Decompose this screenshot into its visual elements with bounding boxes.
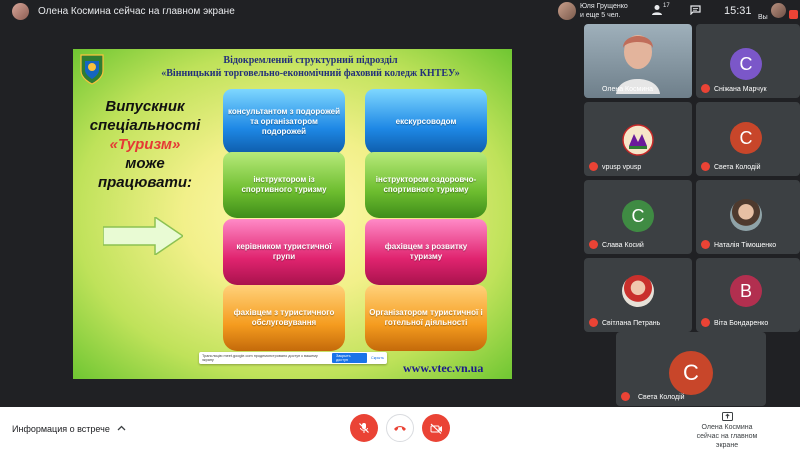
career-ribbon-6: фахівцем з розвитку туризму [365, 219, 487, 285]
chevron-up-icon[interactable] [117, 424, 126, 433]
participant-name: Сніжана Марчук [714, 86, 767, 93]
right-arrow-icon [103, 217, 183, 255]
participant-avatar: С [622, 200, 654, 232]
mic-off-icon [701, 84, 710, 93]
speaker-avatar [558, 2, 576, 20]
participant-name: Світлана Петрань [602, 320, 661, 327]
presenter-avatar [12, 3, 29, 20]
college-emblem-icon [80, 54, 104, 85]
share-hide-button[interactable]: Закрыть доступ [331, 353, 368, 363]
present-line-2: сейчас на главном экране [696, 433, 758, 449]
recording-badge [789, 10, 798, 19]
mic-off-icon [589, 240, 598, 249]
bottom-bar: Информация о встрече Олена Космина сейча… [0, 407, 800, 450]
career-ribbon-5: керівником туристичної групи [223, 219, 345, 285]
mic-off-icon [589, 162, 598, 171]
participant-tile[interactable]: vpusp vpusp [584, 102, 692, 176]
lead-line-4: працювати: [97, 174, 193, 191]
participant-avatar: С [669, 351, 713, 395]
participant-tile[interactable]: Світлана Петрань [584, 258, 692, 332]
lead-line-1: Випускник [105, 98, 185, 115]
mic-off-icon [589, 318, 598, 327]
participant-name: vpusp vpusp [602, 164, 642, 171]
participant-tile[interactable]: С Сніжана Марчук [696, 24, 800, 98]
meet-window: Олена Космина сейчас на главном экране Ю… [0, 0, 800, 450]
career-ribbon-1: консультантом з подорожей та організатор… [223, 89, 345, 155]
participant-photo [622, 275, 654, 307]
camera-toggle-button[interactable] [422, 414, 450, 442]
mic-off-icon [701, 162, 710, 171]
career-ribbon-8: Організатором туристичної і готельної ді… [365, 285, 487, 351]
participant-name: Наталія Тімошенко [714, 242, 777, 249]
participant-tile[interactable]: С Света Колодій [696, 102, 800, 176]
slide-title: Відокремлений структурний підрозділ «Він… [113, 54, 508, 80]
participant-video-frame [616, 35, 660, 94]
participant-photo [730, 199, 762, 231]
self-label: Вы [758, 14, 768, 21]
hang-up-icon [394, 426, 406, 431]
lead-accent: «Туризм» [109, 136, 181, 153]
participants-summary[interactable]: Юля Грущенко и еще 5 чел. [580, 2, 628, 20]
share-stop-button[interactable]: Скрыть [371, 356, 384, 360]
presenting-status: Олена Космина сейчас на главном экране [38, 6, 235, 17]
participant-avatar: С [730, 122, 762, 154]
lead-line-2: спеціальності [89, 117, 201, 134]
career-ribbon-3: інструктором із спортивного туризму [223, 152, 345, 218]
career-ribbon-2: екскурсоводом [365, 89, 487, 155]
participant-count: 17 [663, 3, 670, 9]
career-ribbon-4: інструктором оздоровчо-спортивного туриз… [365, 152, 487, 218]
mic-off-icon [359, 423, 369, 433]
mic-off-icon [701, 240, 710, 249]
participant-avatar: В [730, 275, 762, 307]
shared-screen-slide: Відокремлений структурний підрозділ «Він… [73, 49, 512, 379]
participant-name: Света Колодій [638, 394, 685, 401]
slide-url: www.vtec.vn.ua [403, 361, 484, 375]
leave-call-button[interactable] [386, 414, 414, 442]
participant-tile[interactable]: Олена Космина [584, 24, 692, 98]
participant-tile[interactable]: С Света Колодій [616, 332, 766, 406]
mic-off-icon [621, 392, 630, 401]
participant-name: Слава Косий [602, 242, 644, 249]
chat-icon[interactable] [690, 5, 701, 15]
meeting-info-button[interactable]: Информация о встрече [12, 424, 110, 434]
participants-line-2: и еще 5 чел. [580, 12, 621, 19]
present-line-1: Олена Космина [701, 424, 753, 431]
share-notice-text: Трансляцію meet.google.com продемонстров… [202, 354, 318, 362]
present-screen-icon [721, 412, 733, 421]
participants-line-1: Юля Грущенко [580, 3, 628, 10]
participant-tile[interactable]: В Віта Бондаренко [696, 258, 800, 332]
slide-title-line-1: Відокремлений структурний підрозділ [223, 55, 398, 66]
participant-name: Олена Космина [602, 86, 653, 93]
participant-name: Віта Бондаренко [714, 320, 769, 327]
participant-tile[interactable]: С Слава Косий [584, 180, 692, 254]
self-avatar[interactable] [771, 3, 786, 18]
mic-off-icon [701, 318, 710, 327]
career-ribbon-7: фахівцем з туристичного обслуговування [223, 285, 345, 351]
mic-toggle-button[interactable] [350, 414, 378, 442]
slide-title-line-2: «Вінницький торговельно-економічний фахо… [161, 68, 460, 79]
participant-tile[interactable]: Наталія Тімошенко [696, 180, 800, 254]
slide-lead-text: Випускник спеціальності «Туризм» може пр… [83, 97, 207, 192]
lead-line-3: може [125, 155, 165, 172]
top-bar: Олена Космина сейчас на главном экране Ю… [0, 0, 800, 24]
clock: 15:31 [724, 5, 752, 17]
camera-off-icon [430, 423, 442, 434]
participant-avatar: С [730, 48, 762, 80]
participant-name: Света Колодій [714, 164, 761, 171]
vpusp-logo-icon [622, 124, 654, 156]
present-now-button[interactable]: Олена Космина сейчас на главном экране [690, 412, 764, 450]
screen-share-notice: Трансляцію meet.google.com продемонстров… [199, 352, 387, 364]
